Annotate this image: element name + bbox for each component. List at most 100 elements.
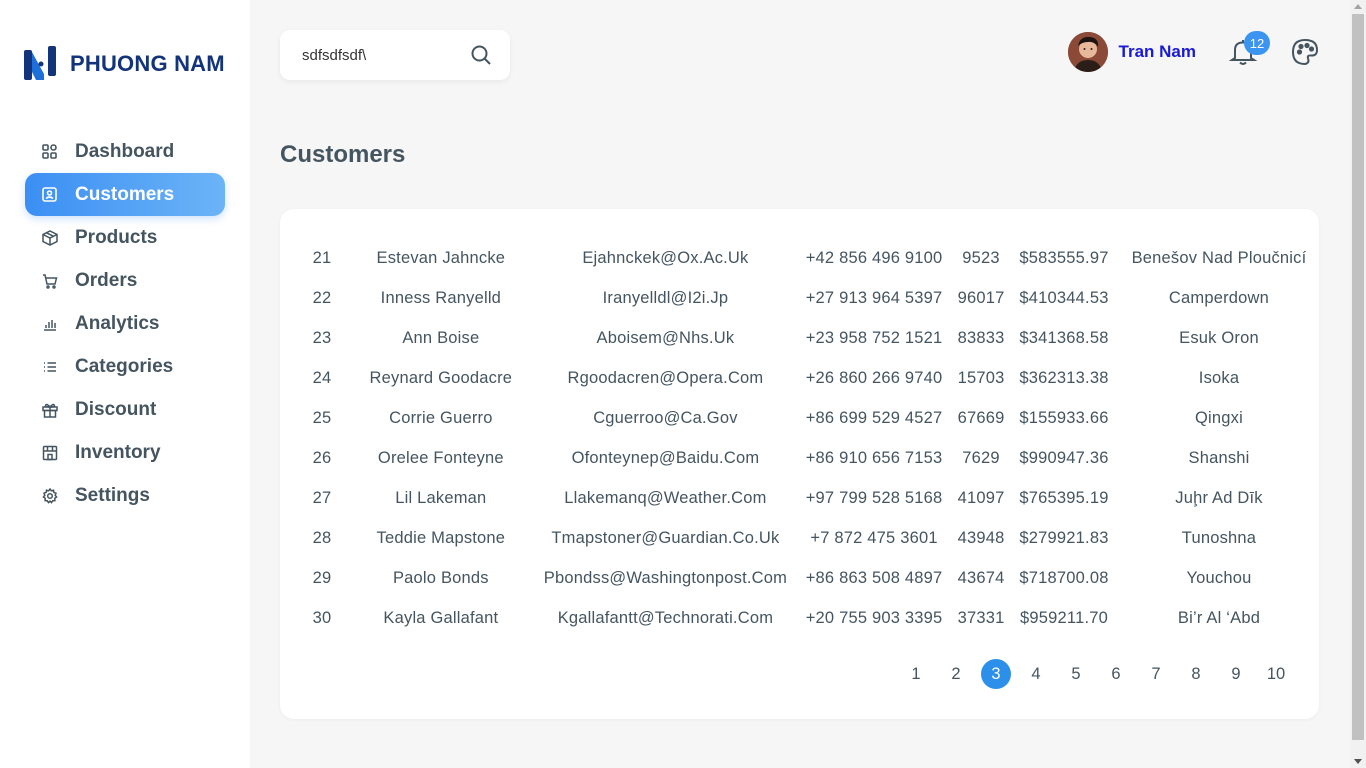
bar-chart-icon [41, 315, 58, 332]
sidebar-item-label: Dashboard [75, 140, 175, 162]
customer-phone: +27 913 964 5397 [805, 288, 943, 307]
customer-amount: $959211.70 [1020, 608, 1108, 627]
customer-city: Shanshi [1188, 448, 1250, 467]
customer-name: Ann Boise [402, 328, 480, 347]
customer-name: Reynard Goodacre [369, 368, 513, 387]
scroll-down-arrow-icon[interactable] [1354, 759, 1362, 764]
customer-email: Aboisem@Nhs.Uk [596, 328, 735, 347]
scroll-up-arrow-icon[interactable] [1354, 4, 1362, 9]
notifications-button[interactable]: 12 [1228, 31, 1270, 67]
sidebar-item-customers[interactable]: Customers [25, 173, 225, 216]
search-input[interactable] [302, 46, 470, 64]
customer-phone: +86 910 656 7153 [805, 448, 943, 467]
table-row[interactable]: 30 Kayla Gallafant Kgallafantt@Technorati.… [306, 598, 1319, 638]
scroll-thumb[interactable] [1352, 14, 1364, 740]
customers-card: 21 Estevan Jahncke Ejahnckek@Ox.Ac.Uk +42 8… [280, 209, 1319, 719]
sidebar-item-label: Analytics [75, 312, 160, 334]
customer-phone: +86 863 508 4897 [805, 568, 943, 587]
cart-icon [41, 272, 58, 289]
customer-email: Ofonteynep@Baidu.Com [571, 448, 760, 467]
customer-phone: +7 872 475 3601 [810, 528, 938, 547]
table-row[interactable]: 25 Corrie Guerro Cguerroo@Ca.Gov +86 699 52… [306, 398, 1319, 438]
page-button-10[interactable]: 10 [1261, 659, 1291, 689]
sidebar-item-products[interactable]: Products [25, 216, 225, 259]
app: PHUONG NAM Dashboard Customers Products … [0, 0, 1366, 768]
table-row[interactable]: 27 Lil Lakeman Llakemanq@Weather.Com +97 79… [306, 478, 1319, 518]
customer-zip: 43948 [957, 528, 1005, 547]
customer-amount: $362313.38 [1019, 368, 1109, 387]
search-icon[interactable] [470, 44, 492, 66]
customer-zip: 7629 [962, 448, 1000, 467]
customer-name: Orelee Fonteyne [377, 448, 504, 467]
customers-icon [41, 186, 58, 203]
customer-id: 30 [312, 608, 332, 627]
sidebar-item-discount[interactable]: Discount [25, 388, 225, 431]
customers-table-body: 21 Estevan Jahncke Ejahnckek@Ox.Ac.Uk +42 8… [306, 238, 1319, 638]
customer-phone: +86 699 529 4527 [805, 408, 943, 427]
sidebar-item-label: Discount [75, 398, 157, 420]
page-button-1[interactable]: 1 [901, 659, 931, 689]
page-button-3[interactable]: 3 [981, 659, 1011, 689]
page-button-8[interactable]: 8 [1181, 659, 1211, 689]
table-row[interactable]: 21 Estevan Jahncke Ejahnckek@Ox.Ac.Uk +42 8… [306, 238, 1319, 278]
brand-name: PHUONG NAM [70, 51, 225, 76]
main-content: Tran Nam 12 Customers 21 Estevan Jahncke E… [250, 0, 1366, 768]
customer-email: Llakemanq@Weather.Com [564, 488, 767, 507]
customer-zip: 9523 [962, 248, 1000, 267]
search-box[interactable] [280, 30, 510, 80]
customer-id: 22 [312, 288, 332, 307]
page-button-4[interactable]: 4 [1021, 659, 1051, 689]
page-button-9[interactable]: 9 [1221, 659, 1251, 689]
palette-icon[interactable] [1290, 37, 1320, 67]
sidebar-item-label: Categories [75, 355, 174, 377]
customer-amount: $765395.19 [1019, 488, 1109, 507]
sidebar-item-inventory[interactable]: Inventory [25, 431, 225, 474]
table-row[interactable]: 26 Orelee Fonteyne Ofonteynep@Baidu.Com +86… [306, 438, 1319, 478]
customer-zip: 15703 [957, 368, 1005, 387]
sidebar-item-label: Inventory [75, 441, 161, 463]
table-row[interactable]: 22 Inness Ranyelld Iranyelldl@I2i.Jp +27 91… [306, 278, 1319, 318]
sidebar-item-label: Products [75, 226, 158, 248]
customer-city: Qingxi [1195, 408, 1243, 427]
customer-amount: $279921.83 [1019, 528, 1109, 547]
sidebar-item-orders[interactable]: Orders [25, 259, 225, 302]
customer-id: 21 [312, 248, 332, 267]
customer-id: 24 [312, 368, 332, 387]
customer-amount: $341368.58 [1019, 328, 1109, 347]
customer-name: Lil Lakeman [395, 488, 487, 507]
customer-id: 23 [312, 328, 332, 347]
gift-icon [41, 401, 58, 418]
customer-amount: $410344.53 [1019, 288, 1109, 307]
table-row[interactable]: 29 Paolo Bonds Pbondss@Washingtonpost.Com +… [306, 558, 1319, 598]
brand-logo[interactable]: PHUONG NAM [22, 44, 225, 84]
page-button-5[interactable]: 5 [1061, 659, 1091, 689]
sidebar-item-settings[interactable]: Settings [25, 474, 225, 517]
table-row[interactable]: 24 Reynard Goodacre Rgoodacren@Opera.Com +2… [306, 358, 1319, 398]
customer-city: Tunoshna [1181, 528, 1257, 547]
page-button-6[interactable]: 6 [1101, 659, 1131, 689]
table-row[interactable]: 23 Ann Boise Aboisem@Nhs.Uk +23 958 752 152… [306, 318, 1319, 358]
customer-phone: +42 856 496 9100 [805, 248, 943, 267]
customer-id: 28 [312, 528, 332, 547]
pagination: 1 2 3 4 5 6 7 8 9 10 [891, 659, 1291, 689]
customer-email: Rgoodacren@Opera.Com [567, 368, 764, 387]
user-name[interactable]: Tran Nam [1119, 42, 1196, 62]
page-scrollbar[interactable] [1350, 0, 1366, 768]
table-row[interactable]: 28 Teddie Mapstone Tmapstoner@Guardian.Co.… [306, 518, 1319, 558]
page-button-7[interactable]: 7 [1141, 659, 1171, 689]
sidebar-item-analytics[interactable]: Analytics [25, 302, 225, 345]
sidebar-item-dashboard[interactable]: Dashboard [25, 130, 225, 173]
customer-email: Tmapstoner@Guardian.Co.Uk [551, 528, 780, 547]
customer-id: 26 [312, 448, 332, 467]
customer-amount: $583555.97 [1019, 248, 1109, 267]
customer-phone: +97 799 528 5168 [805, 488, 943, 507]
customer-name: Kayla Gallafant [383, 608, 499, 627]
customer-name: Teddie Mapstone [376, 528, 506, 547]
notification-badge: 12 [1244, 31, 1270, 55]
header-actions: Tran Nam 12 [1067, 31, 1320, 72]
store-icon [41, 444, 58, 461]
page-button-2[interactable]: 2 [941, 659, 971, 689]
sidebar-item-categories[interactable]: Categories [25, 345, 225, 388]
avatar[interactable] [1067, 32, 1108, 72]
page-title: Customers [280, 141, 406, 168]
